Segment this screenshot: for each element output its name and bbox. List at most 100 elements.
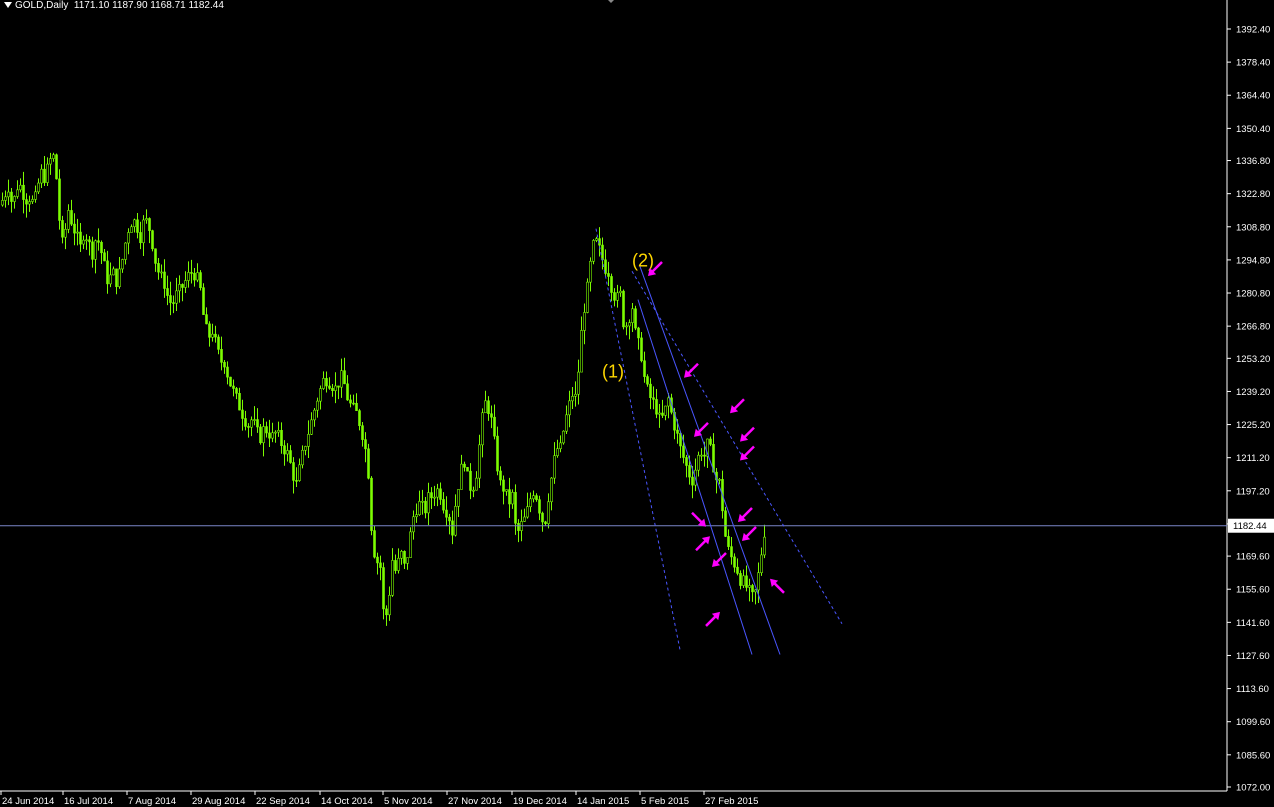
candle (745, 565, 748, 592)
candle (139, 221, 142, 250)
candle (154, 248, 157, 272)
candle (421, 489, 424, 515)
candle (406, 557, 409, 570)
y-tick-label: 1378.40 (1236, 58, 1270, 69)
candle (157, 258, 160, 280)
candle (37, 178, 40, 194)
candle (487, 396, 490, 421)
solid-trendline[interactable] (637, 299, 753, 655)
candle (364, 432, 367, 463)
candle (409, 527, 412, 559)
x-tick-label: 14 Jan 2015 (577, 796, 629, 807)
candle (451, 510, 454, 545)
candle (43, 156, 46, 186)
candle (553, 442, 556, 484)
candle (73, 213, 76, 246)
candle (493, 404, 496, 440)
candle (658, 403, 661, 428)
candle (586, 278, 589, 314)
candle (727, 529, 730, 551)
candle (517, 519, 520, 543)
candle (55, 153, 58, 180)
candle (631, 303, 634, 332)
candle (634, 305, 637, 331)
candle (505, 489, 508, 496)
candle (643, 351, 646, 383)
candle (328, 377, 331, 390)
candle (247, 423, 250, 438)
candle (322, 371, 325, 390)
candle (13, 195, 16, 209)
candle (172, 295, 175, 314)
candle (49, 152, 52, 175)
candle (640, 331, 643, 363)
candle (58, 169, 61, 230)
y-tick-label: 1350.40 (1236, 124, 1270, 135)
candle (577, 359, 580, 405)
candle (16, 180, 19, 199)
candle (388, 586, 391, 621)
candle (106, 250, 109, 294)
candle (199, 270, 202, 291)
y-tick-label: 1127.60 (1236, 651, 1270, 662)
candle (208, 321, 211, 347)
magenta-arrow-icon (695, 536, 710, 552)
candle (379, 555, 382, 581)
candle (262, 418, 265, 457)
candle (214, 325, 217, 343)
candle (316, 397, 319, 418)
candle (439, 482, 442, 505)
candle (361, 422, 364, 447)
x-tick-label: 24 Jun 2014 (2, 796, 54, 807)
y-tick-label: 1225.20 (1236, 420, 1270, 431)
candle (436, 483, 439, 507)
x-tick-label: 27 Feb 2015 (705, 796, 758, 807)
candle (346, 375, 349, 401)
candle (271, 422, 274, 443)
candle (367, 443, 370, 480)
candle (259, 423, 262, 445)
candle (568, 390, 571, 428)
solid-trendline[interactable] (639, 266, 781, 655)
x-tick-label: 29 Aug 2014 (192, 796, 245, 807)
candle (373, 525, 376, 559)
y-tick-label: 1336.80 (1236, 156, 1270, 167)
candle (340, 358, 343, 398)
price-chart[interactable]: 1392.40 1378.40 1364.40 1350.40 1336.80 1322.… (0, 0, 1274, 807)
candle (478, 434, 481, 488)
candle (565, 405, 568, 434)
candle (532, 490, 535, 503)
x-tick-label: 19 Dec 2014 (513, 796, 567, 807)
candle (724, 506, 727, 538)
magenta-arrow-icon (705, 611, 720, 627)
candle (430, 487, 433, 510)
x-tick-label: 7 Aug 2014 (128, 796, 176, 807)
candle (223, 360, 226, 374)
candle (169, 281, 172, 316)
candle (244, 410, 247, 431)
candle (559, 435, 562, 453)
candle (664, 405, 667, 421)
magenta-arrow-icon (694, 421, 709, 437)
candle (712, 433, 715, 473)
candle (31, 195, 34, 204)
candle (70, 199, 73, 227)
candle (583, 303, 586, 345)
candle (295, 467, 298, 487)
candle (391, 548, 394, 597)
candle (229, 376, 232, 387)
candle (112, 266, 115, 276)
dashed-trendline[interactable] (595, 228, 681, 650)
magenta-arrow-icon (740, 445, 755, 461)
candle (571, 386, 574, 409)
candle (145, 209, 148, 224)
candle (163, 259, 166, 298)
candle (19, 178, 22, 193)
candle (637, 326, 640, 350)
y-tick-label: 1364.40 (1236, 91, 1270, 102)
magenta-arrow-icon (691, 511, 706, 527)
candle (730, 537, 733, 565)
x-tick-label: 14 Oct 2014 (321, 796, 373, 807)
candle (331, 383, 334, 397)
candle (217, 334, 220, 355)
